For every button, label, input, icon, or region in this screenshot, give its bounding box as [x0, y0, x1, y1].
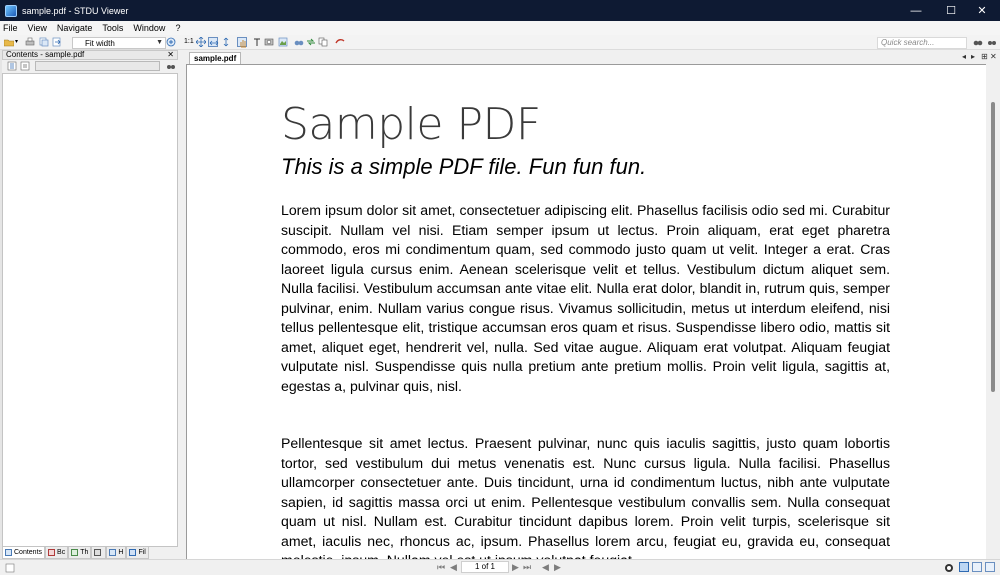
page-number-field[interactable]: 1 of 1: [461, 561, 509, 573]
panel-search-icon[interactable]: [166, 61, 176, 71]
first-page-button[interactable]: ⏮: [437, 562, 445, 573]
copy-image-icon[interactable]: [278, 37, 288, 47]
copy-page-icon[interactable]: [39, 37, 49, 47]
minimize-button[interactable]: —: [898, 0, 934, 21]
tab-search[interactable]: [91, 547, 107, 559]
search-options-icon[interactable]: [987, 37, 997, 47]
highlights-icon: [109, 549, 117, 556]
print-icon[interactable]: [25, 37, 35, 47]
status-left-icon: [5, 563, 15, 573]
stdu-viewer-window: sample.pdf - STDU Viewer — ☐ ✕ File View…: [0, 0, 1000, 575]
quick-search-input[interactable]: Quick search...: [877, 37, 967, 49]
tab-bookmarks[interactable]: Bc: [45, 547, 69, 559]
panel-splitter[interactable]: [178, 50, 186, 563]
zoom-in-icon[interactable]: [166, 37, 176, 47]
vertical-scrollbar[interactable]: [986, 64, 1000, 559]
two-page-view-icon[interactable]: [985, 562, 995, 572]
menu-navigate[interactable]: Navigate: [57, 23, 93, 33]
forward-button[interactable]: ▶: [554, 562, 561, 573]
tab-thumbnails-label: Th: [80, 549, 89, 556]
menu-bar: File View Navigate Tools Window ?: [0, 21, 1000, 35]
pdf-paragraph: Lorem ipsum dolor sit amet, consectetuer…: [281, 202, 890, 394]
previous-page-button[interactable]: ◀: [450, 562, 457, 573]
contents-panel-title: Contents - sample.pdf: [6, 50, 85, 59]
fit-width-icon[interactable]: [208, 37, 219, 47]
open-folder-icon[interactable]: [4, 37, 14, 47]
menu-help[interactable]: ?: [175, 23, 180, 33]
continuous-view-icon[interactable]: [972, 562, 982, 572]
next-page-button[interactable]: ▶: [512, 562, 519, 573]
back-button[interactable]: ◀: [542, 562, 549, 573]
tab-thumbnails[interactable]: Th: [68, 547, 92, 559]
tab-files-label: Fil: [138, 549, 146, 556]
tab-scroll-left-icon[interactable]: ◂: [962, 52, 966, 61]
search-binoculars-icon[interactable]: [973, 37, 983, 47]
chevron-down-icon[interactable]: ▼: [156, 39, 163, 46]
scrollbar-thumb[interactable]: [991, 102, 995, 392]
app-icon: [5, 4, 17, 17]
contents-icon: [5, 549, 12, 556]
tab-list-icon[interactable]: ⊞: [981, 52, 988, 61]
tab-close-icon[interactable]: ✕: [990, 52, 997, 61]
contents-panel-header: Contents - sample.pdf ✕: [2, 50, 178, 60]
sidebar-tabs: Contents Bc Th H Fil: [2, 547, 178, 559]
last-page-button[interactable]: ⏭: [523, 562, 531, 573]
files-icon: [129, 549, 137, 556]
pdf-title: Sample PDF: [281, 99, 541, 150]
contents-panel: Contents - sample.pdf ✕ Contents Bc Th H…: [2, 50, 178, 563]
open-dropdown-icon[interactable]: ▾: [15, 37, 21, 47]
snapshot-icon[interactable]: [264, 37, 274, 47]
find-next-icon[interactable]: [306, 37, 316, 47]
single-page-view-icon[interactable]: [959, 562, 969, 572]
binoculars-icon: [94, 549, 102, 556]
export-page-icon[interactable]: [52, 37, 62, 47]
panel-close-icon[interactable]: ✕: [167, 51, 174, 59]
fit-height-icon[interactable]: [221, 37, 231, 47]
document-tab-strip: sample.pdf ◂ ▸ ⊞ ✕: [186, 50, 1000, 64]
pdf-subtitle: This is a simple PDF file. Fun fun fun.: [281, 154, 647, 179]
zoom-mode-value: Fit width: [85, 38, 115, 48]
expand-all-icon[interactable]: [7, 61, 17, 71]
document-tab[interactable]: sample.pdf: [189, 52, 241, 64]
text-select-icon[interactable]: [252, 37, 262, 47]
thumbnails-icon: [71, 549, 79, 556]
bookmark-icon[interactable]: [335, 37, 345, 47]
title-bar: sample.pdf - STDU Viewer — ☐ ✕: [0, 0, 1000, 21]
tab-bookmarks-label: Bc: [57, 549, 66, 556]
bookmarks-icon: [48, 549, 56, 556]
rotate-icon[interactable]: [944, 563, 954, 573]
menu-view[interactable]: View: [28, 23, 47, 33]
actual-size-button[interactable]: 1:1: [184, 37, 196, 47]
hand-tool-icon[interactable]: [237, 37, 247, 48]
contents-tree[interactable]: [2, 73, 178, 547]
menu-window[interactable]: Window: [133, 23, 165, 33]
tab-scroll-right-icon[interactable]: ▸: [971, 52, 975, 61]
collapse-all-icon[interactable]: [20, 61, 30, 71]
tab-files[interactable]: Fil: [126, 547, 149, 559]
tab-contents-label: Contents: [14, 549, 43, 556]
copy-text-icon[interactable]: [318, 37, 328, 47]
document-view[interactable]: Sample PDF This is a simple PDF file. Fu…: [186, 64, 986, 559]
contents-filter-input[interactable]: [35, 61, 160, 71]
tab-contents[interactable]: Contents: [2, 547, 46, 559]
find-icon[interactable]: [294, 37, 304, 47]
window-title: sample.pdf - STDU Viewer: [22, 5, 129, 16]
close-button[interactable]: ✕: [964, 0, 1000, 21]
fit-page-icon[interactable]: [196, 37, 206, 47]
pdf-paragraph: Pellentesque sit amet lectus. Praesent p…: [281, 435, 890, 559]
menu-file[interactable]: File: [3, 23, 18, 33]
tab-highlights-label: H: [118, 549, 124, 556]
zoom-mode-select[interactable]: Fit width ▼: [72, 37, 166, 49]
menu-tools[interactable]: Tools: [102, 23, 123, 33]
tab-highlights[interactable]: H: [106, 547, 127, 559]
